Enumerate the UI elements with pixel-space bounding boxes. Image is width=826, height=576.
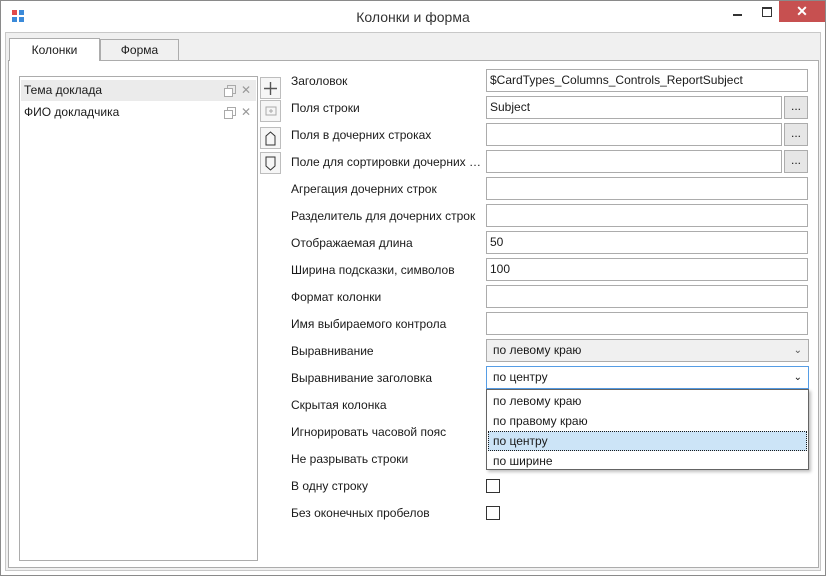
close-button[interactable]: ✕ <box>779 1 825 22</box>
no-trailing-spaces-checkbox[interactable] <box>486 506 500 520</box>
row-fields-field[interactable]: Subject <box>486 96 782 119</box>
move-up-button[interactable] <box>260 127 281 149</box>
header-alignment-label: Выравнивание заголовка <box>291 371 433 385</box>
single-line-label: В одну строку <box>291 479 368 493</box>
close-icon: ✕ <box>796 3 808 19</box>
display-length-field[interactable]: 50 <box>486 231 808 254</box>
tab-form[interactable]: Форма <box>100 39 179 61</box>
child-row-fields-browse-button[interactable]: ... <box>784 123 808 146</box>
child-sort-fields-field[interactable] <box>486 150 782 173</box>
alignment-label: Выравнивание <box>291 344 374 358</box>
plus-icon <box>264 81 277 95</box>
copy-icon[interactable] <box>224 85 236 97</box>
move-down-button[interactable] <box>260 152 281 174</box>
header-label: Заголовок <box>291 74 348 88</box>
chevron-down-icon: ⌄ <box>793 345 802 356</box>
child-separator-field[interactable] <box>486 204 808 227</box>
hint-width-field[interactable]: 100 <box>486 258 808 281</box>
chevron-down-icon: ⌄ <box>793 372 802 383</box>
add-column-button[interactable] <box>260 77 281 99</box>
delete-icon[interactable]: ✕ <box>241 106 251 118</box>
dropdown-option[interactable]: по левому краю <box>488 391 807 411</box>
child-sort-fields-browse-button[interactable]: ... <box>784 150 808 173</box>
copy-icon[interactable] <box>224 107 236 119</box>
row-fields-browse-button[interactable]: ... <box>784 96 808 119</box>
delete-icon[interactable]: ✕ <box>241 84 251 96</box>
column-format-field[interactable] <box>486 285 808 308</box>
single-line-checkbox[interactable] <box>486 479 500 493</box>
list-item[interactable]: ФИО докладчика ✕ <box>21 102 256 123</box>
move-up-icon <box>265 130 276 145</box>
no-wrap-label: Не разрывать строки <box>291 452 409 466</box>
minimize-button[interactable] <box>723 1 752 23</box>
maximize-button[interactable] <box>752 1 781 23</box>
selectable-control-field[interactable] <box>486 312 808 335</box>
alignment-select[interactable]: по левому краю ⌄ <box>486 339 809 362</box>
list-item-label: Тема доклада <box>24 83 102 97</box>
hidden-column-label: Скрытая колонка <box>291 398 387 412</box>
header-alignment-dropdown: по левому краю по правому краю по центру… <box>486 389 809 470</box>
list-item[interactable]: Тема доклада ✕ <box>21 80 256 101</box>
header-field[interactable]: $CardTypes_Columns_Controls_ReportSubjec… <box>486 69 808 92</box>
hint-width-label: Ширина подсказки, символов <box>291 263 455 277</box>
display-length-label: Отображаемая длина <box>291 236 413 250</box>
child-aggregation-field[interactable] <box>486 177 808 200</box>
list-item-label: ФИО докладчика <box>24 105 120 119</box>
alignment-value: по левому краю <box>493 343 582 357</box>
ignore-timezone-label: Игнорировать часовой пояс <box>291 425 447 439</box>
row-fields-label: Поля строки <box>291 101 360 115</box>
no-trailing-spaces-label: Без оконечных пробелов <box>291 506 430 520</box>
child-aggregation-label: Агрегация дочерних строк <box>291 182 437 196</box>
header-alignment-value: по центру <box>493 370 548 384</box>
dialog-window: Колонки и форма ✕ Колонки Форма Тема док… <box>0 0 826 576</box>
dropdown-option[interactable]: по правому краю <box>488 411 807 431</box>
dropdown-option-highlighted[interactable]: по центру <box>488 431 807 451</box>
title-bar: Колонки и форма ✕ <box>1 1 825 32</box>
selectable-control-label: Имя выбираемого контрола <box>291 317 447 331</box>
child-row-fields-label: Поля в дочерних строках <box>291 128 432 142</box>
child-row-fields-field[interactable] <box>486 123 782 146</box>
header-alignment-select[interactable]: по центру ⌄ <box>486 366 809 389</box>
add-child-column-button[interactable] <box>260 100 281 122</box>
column-format-label: Формат колонки <box>291 290 382 304</box>
tab-columns[interactable]: Колонки <box>9 38 100 61</box>
child-separator-label: Разделитель для дочерних строк <box>291 209 476 223</box>
move-down-icon <box>265 156 276 171</box>
dropdown-option[interactable]: по ширине <box>488 451 807 471</box>
columns-list[interactable]: Тема доклада ✕ ФИО докладчика ✕ <box>19 76 258 561</box>
child-sort-fields-label: Поле для сортировки дочерних строк <box>291 155 486 169</box>
window-title: Колонки и форма <box>356 9 470 25</box>
add-child-icon <box>265 106 276 116</box>
